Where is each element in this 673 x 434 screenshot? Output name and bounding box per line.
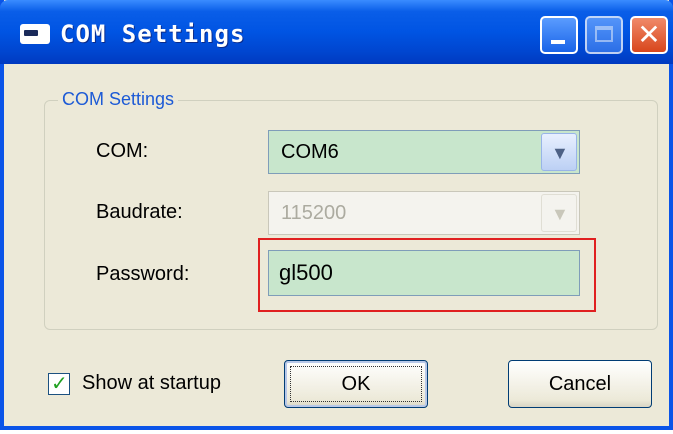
close-icon: ✕ bbox=[637, 18, 661, 51]
cancel-button[interactable]: Cancel bbox=[508, 360, 652, 408]
close-button[interactable]: ✕ bbox=[630, 16, 668, 54]
minimize-icon bbox=[551, 40, 565, 44]
baudrate-dropdown-button: ▼ bbox=[541, 194, 577, 232]
baudrate-select: 115200 ▼ bbox=[268, 191, 580, 235]
show-at-startup-label[interactable]: Show at startup bbox=[82, 372, 221, 395]
com-label: COM: bbox=[96, 140, 149, 162]
baudrate-select-value: 115200 bbox=[281, 202, 347, 224]
checkmark-icon: ✓ bbox=[51, 371, 68, 395]
minimize-button[interactable] bbox=[540, 16, 578, 54]
baudrate-label: Baudrate: bbox=[96, 201, 183, 223]
app-window-icon bbox=[20, 24, 50, 44]
chevron-down-icon: ▼ bbox=[551, 204, 569, 224]
group-legend: COM Settings bbox=[58, 89, 179, 110]
title-bar[interactable]: COM Settings ✕ bbox=[0, 0, 673, 64]
password-label: Password: bbox=[96, 263, 190, 285]
password-input[interactable] bbox=[268, 250, 580, 296]
com-select-value: COM6 bbox=[281, 141, 339, 163]
ok-button[interactable]: OK bbox=[284, 360, 428, 408]
maximize-button[interactable] bbox=[585, 16, 623, 54]
com-dropdown-button[interactable]: ▼ bbox=[541, 133, 577, 171]
show-at-startup-checkbox[interactable]: ✓ bbox=[48, 371, 70, 395]
chevron-down-icon: ▼ bbox=[551, 143, 569, 163]
maximize-icon bbox=[595, 26, 613, 42]
window-title: COM Settings bbox=[60, 20, 246, 48]
com-select[interactable]: COM6 ▼ bbox=[268, 130, 580, 174]
